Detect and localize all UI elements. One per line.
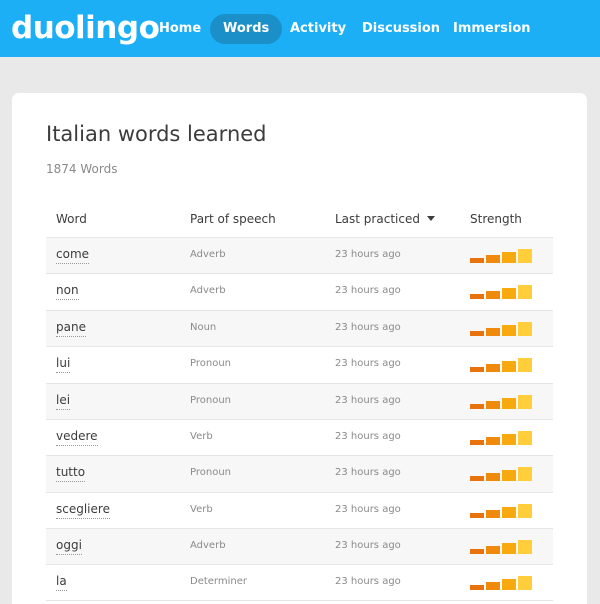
column-header-last-practiced[interactable]: Last practiced	[335, 212, 435, 226]
last-practiced: 23 hours ago	[335, 504, 401, 515]
table-row[interactable]: come Adverb 23 hours ago	[46, 237, 553, 274]
part-of-speech: Pronoun	[190, 358, 231, 369]
top-nav-bar: duolingo Home Words Activity Discussion …	[0, 0, 600, 57]
part-of-speech: Verb	[190, 431, 213, 442]
table-row[interactable]: la Determiner 23 hours ago	[46, 564, 553, 601]
last-practiced: 23 hours ago	[335, 358, 401, 369]
word-count: 1874 Words	[46, 162, 118, 176]
last-practiced: 23 hours ago	[335, 540, 401, 551]
strength-meter-icon	[470, 573, 532, 590]
word-link[interactable]: vedere	[56, 429, 98, 446]
table-row[interactable]: tutto Pronoun 23 hours ago	[46, 455, 553, 492]
part-of-speech: Noun	[190, 322, 217, 333]
column-header-word[interactable]: Word	[56, 212, 87, 226]
part-of-speech: Adverb	[190, 285, 226, 296]
strength-meter-icon	[470, 282, 532, 299]
strength-meter-icon	[470, 464, 532, 481]
table-row[interactable]: oggi Adverb 23 hours ago	[46, 528, 553, 565]
strength-meter-icon	[470, 246, 532, 263]
table-row[interactable]: lui Pronoun 23 hours ago	[46, 346, 553, 383]
last-practiced: 23 hours ago	[335, 249, 401, 260]
part-of-speech: Verb	[190, 504, 213, 515]
sort-descending-icon	[426, 216, 435, 221]
word-link[interactable]: la	[56, 574, 67, 591]
last-practiced: 23 hours ago	[335, 322, 401, 333]
nav-activity[interactable]: Activity	[277, 14, 359, 44]
word-link[interactable]: come	[56, 247, 90, 264]
strength-meter-icon	[470, 319, 532, 336]
column-header-strength[interactable]: Strength	[470, 212, 522, 226]
nav-home[interactable]: Home	[146, 14, 214, 44]
word-link[interactable]: scegliere	[56, 502, 110, 519]
strength-meter-icon	[470, 392, 532, 409]
last-practiced: 23 hours ago	[335, 395, 401, 406]
part-of-speech: Determiner	[190, 576, 247, 587]
word-link[interactable]: pane	[56, 320, 86, 337]
nav-words[interactable]: Words	[210, 14, 283, 44]
nav-immersion[interactable]: Immersion	[440, 14, 544, 44]
last-practiced: 23 hours ago	[335, 467, 401, 478]
duolingo-logo[interactable]: duolingo	[11, 10, 160, 46]
word-link[interactable]: oggi	[56, 538, 82, 555]
last-practiced: 23 hours ago	[335, 285, 401, 296]
column-header-last-practiced-label: Last practiced	[335, 212, 420, 226]
page-title: Italian words learned	[46, 122, 267, 146]
column-header-part-of-speech[interactable]: Part of speech	[190, 212, 276, 226]
table-divider	[46, 600, 553, 601]
strength-meter-icon	[470, 355, 532, 372]
last-practiced: 23 hours ago	[335, 431, 401, 442]
word-link[interactable]: non	[56, 283, 79, 300]
table-row[interactable]: pane Noun 23 hours ago	[46, 310, 553, 347]
part-of-speech: Pronoun	[190, 467, 231, 478]
part-of-speech: Pronoun	[190, 395, 231, 406]
table-row[interactable]: vedere Verb 23 hours ago	[46, 419, 553, 456]
word-link[interactable]: tutto	[56, 465, 86, 482]
table-row[interactable]: lei Pronoun 23 hours ago	[46, 383, 553, 420]
part-of-speech: Adverb	[190, 540, 226, 551]
word-link[interactable]: lei	[56, 393, 71, 410]
table-row[interactable]: non Adverb 23 hours ago	[46, 273, 553, 310]
strength-meter-icon	[470, 501, 532, 518]
nav-discussion[interactable]: Discussion	[349, 14, 453, 44]
strength-meter-icon	[470, 428, 532, 445]
strength-meter-icon	[470, 537, 532, 554]
last-practiced: 23 hours ago	[335, 576, 401, 587]
table-row[interactable]: scegliere Verb 23 hours ago	[46, 492, 553, 529]
part-of-speech: Adverb	[190, 249, 226, 260]
word-link[interactable]: lui	[56, 356, 71, 373]
